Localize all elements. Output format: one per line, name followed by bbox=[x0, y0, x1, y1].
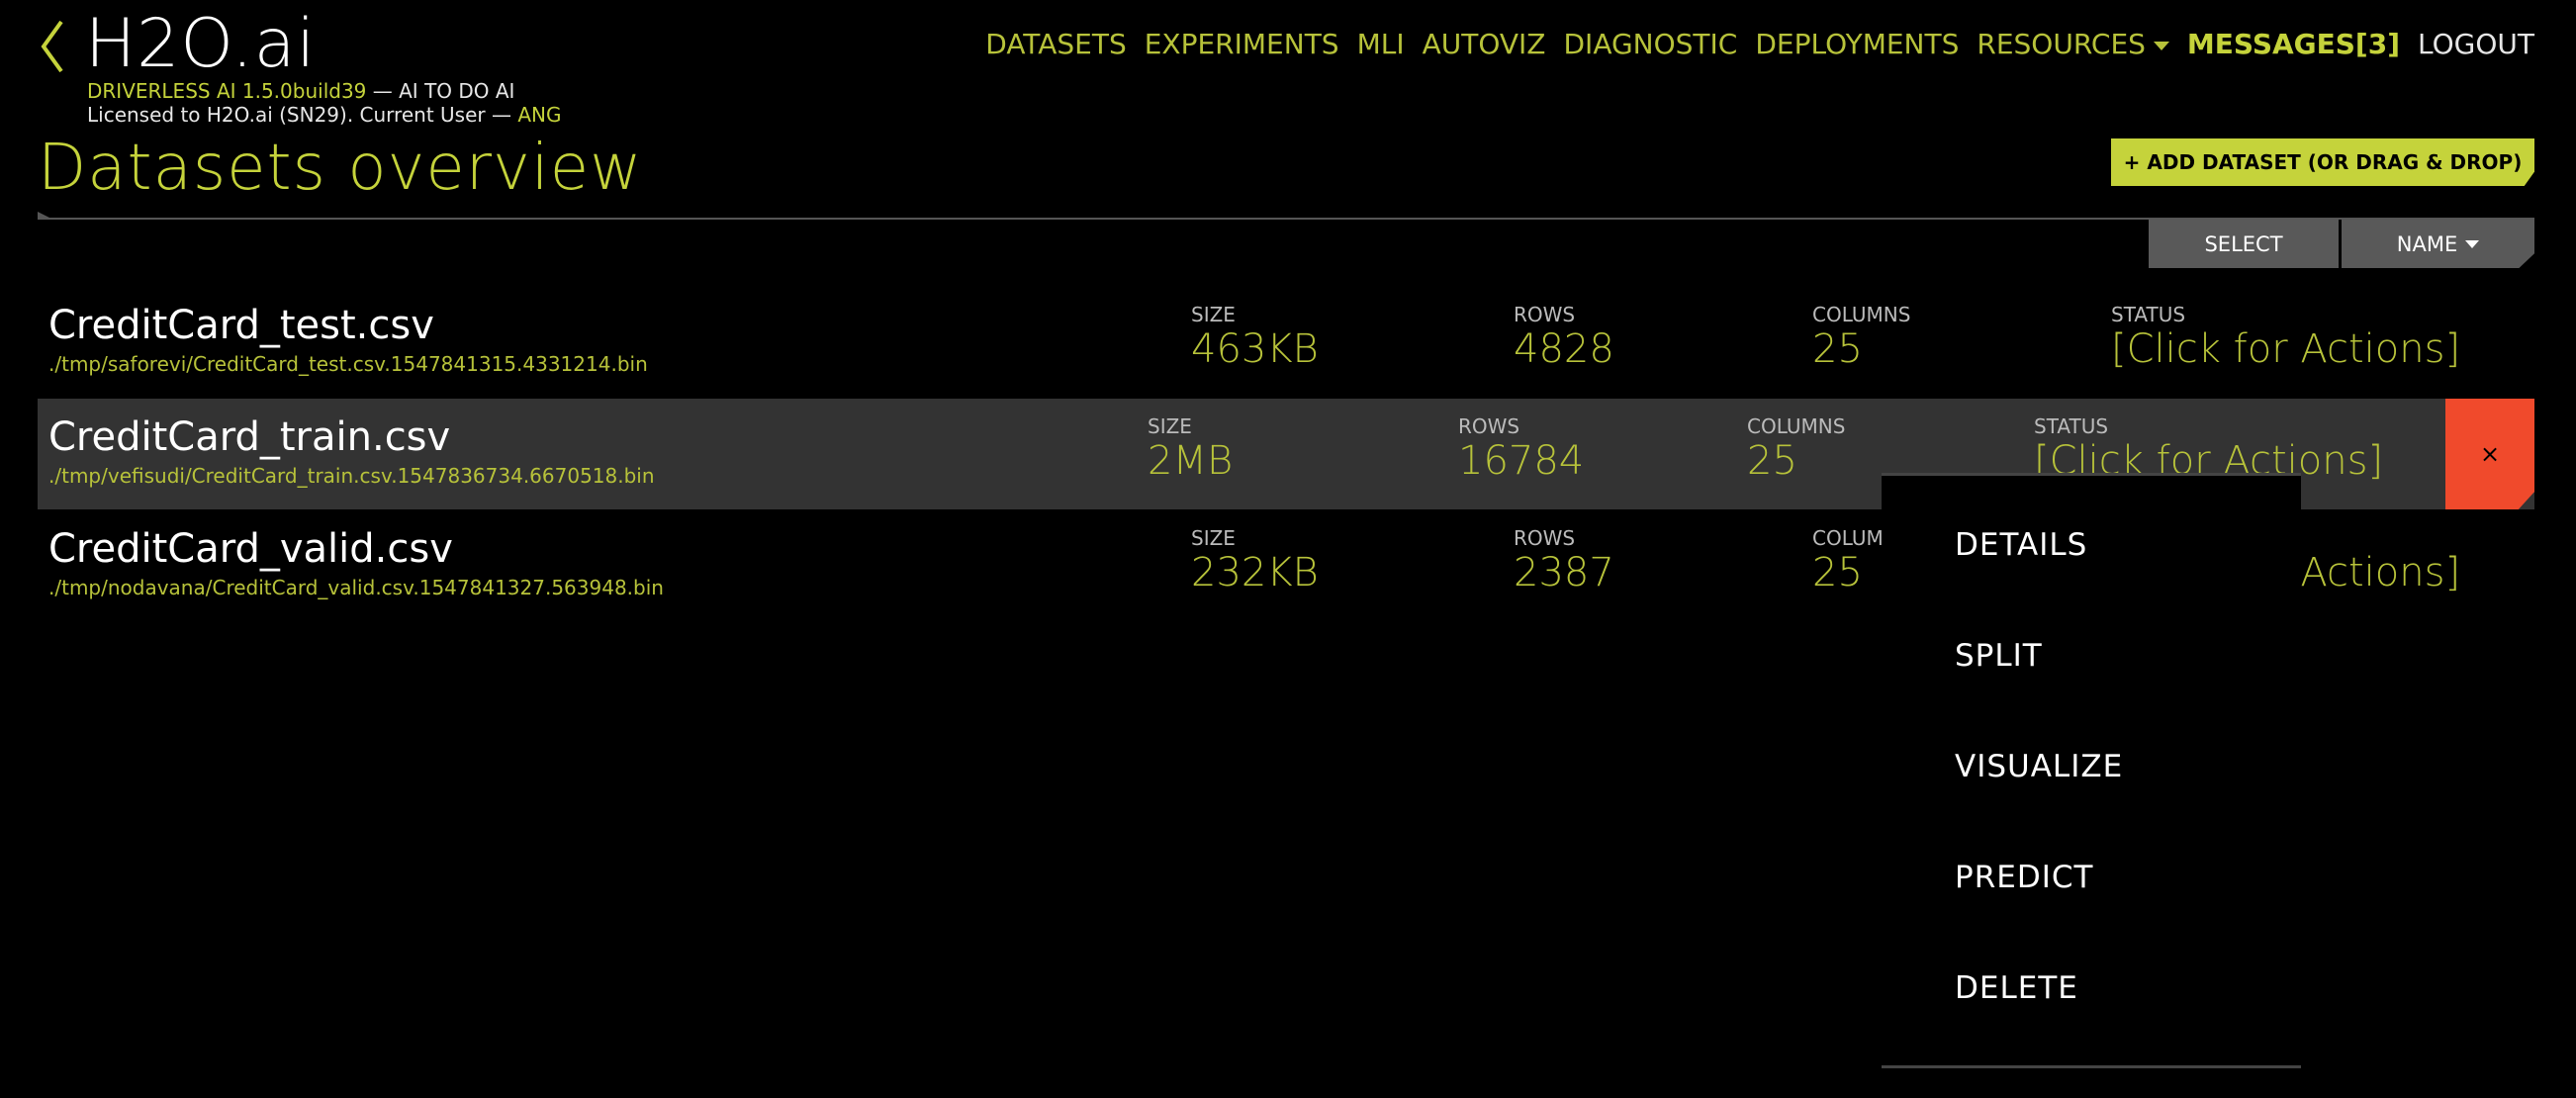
nav-mli[interactable]: MLI bbox=[1357, 28, 1405, 60]
columns-label: COLUMNS bbox=[1812, 303, 1911, 326]
dataset-name: CreditCard_train.csv bbox=[48, 414, 451, 460]
back-chevron-icon[interactable] bbox=[38, 18, 67, 75]
menu-item-visualize[interactable]: VISUALIZE bbox=[1955, 749, 2123, 784]
tagline-separator: — bbox=[366, 79, 400, 103]
close-icon: × bbox=[2479, 440, 2501, 468]
current-user: ANG bbox=[517, 103, 562, 127]
nav-resources-label: RESOURCES bbox=[1977, 28, 2146, 60]
size-label: SIZE bbox=[1191, 526, 1236, 550]
columns-label: COLUMNS bbox=[1747, 414, 1846, 438]
menu-item-split[interactable]: SPLIT bbox=[1955, 638, 2043, 674]
license-text: Licensed to H2O.ai (SN29). Current User … bbox=[87, 103, 518, 127]
chevron-down-icon bbox=[2465, 239, 2480, 248]
size-label: SIZE bbox=[1191, 303, 1236, 326]
select-button[interactable]: SELECT bbox=[2149, 220, 2339, 268]
status-label: STATUS bbox=[2111, 303, 2186, 326]
dataset-name: CreditCard_valid.csv bbox=[48, 526, 453, 572]
nav-autoviz[interactable]: AUTOVIZ bbox=[1423, 28, 1546, 60]
size-value: 232KB bbox=[1191, 550, 1319, 595]
columns-value: 25 bbox=[1747, 438, 1797, 484]
nav-logout[interactable]: LOGOUT bbox=[2418, 28, 2534, 60]
product-version-line: DRIVERLESS AI 1.5.0build39 — AI TO DO AI bbox=[87, 79, 514, 103]
page-title: Datasets overview bbox=[38, 132, 643, 205]
nav-resources[interactable]: RESOURCES bbox=[1977, 28, 2169, 60]
status-label: STATUS bbox=[2034, 414, 2109, 438]
rows-stat: ROWS 2387 bbox=[1514, 526, 1614, 595]
chevron-down-icon bbox=[2153, 41, 2169, 50]
rows-stat: ROWS 4828 bbox=[1514, 303, 1614, 372]
columns-value: 25 bbox=[1812, 326, 1863, 372]
rows-label: ROWS bbox=[1514, 526, 1576, 550]
dataset-path: ./tmp/nodavana/CreditCard_valid.csv.1547… bbox=[48, 576, 664, 599]
rows-stat: ROWS 16784 bbox=[1458, 414, 1584, 484]
dataset-name: CreditCard_test.csv bbox=[48, 303, 434, 348]
rows-value: 16784 bbox=[1458, 438, 1585, 484]
rows-label: ROWS bbox=[1514, 303, 1576, 326]
tagline: AI TO DO AI bbox=[399, 79, 515, 103]
add-dataset-button[interactable]: + ADD DATASET (OR DRAG & DROP) bbox=[2111, 138, 2534, 186]
size-stat: SIZE 232KB bbox=[1191, 526, 1319, 595]
size-stat: SIZE 2MB bbox=[1148, 414, 1233, 484]
size-label: SIZE bbox=[1148, 414, 1192, 438]
rows-value: 4828 bbox=[1514, 326, 1614, 372]
size-value: 463KB bbox=[1191, 326, 1319, 372]
rows-value: 2387 bbox=[1514, 550, 1614, 595]
nav-messages[interactable]: MESSAGES[3] bbox=[2187, 28, 2400, 60]
dataset-actions-menu: DETAILS SPLIT VISUALIZE PREDICT DELETE bbox=[1882, 473, 2301, 1068]
sort-name-label: NAME bbox=[2396, 231, 2458, 256]
status-stat: STATUS [Click for Actions] bbox=[2111, 303, 2460, 372]
nav-experiments[interactable]: EXPERIMENTS bbox=[1145, 28, 1339, 60]
size-stat: SIZE 463KB bbox=[1191, 303, 1319, 372]
sort-name-button[interactable]: NAME bbox=[2342, 220, 2534, 268]
rows-label: ROWS bbox=[1458, 414, 1520, 438]
menu-item-details[interactable]: DETAILS bbox=[1955, 527, 2087, 563]
menu-item-delete[interactable]: DELETE bbox=[1955, 970, 2078, 1006]
dataset-row[interactable]: CreditCard_test.csv ./tmp/saforevi/Credi… bbox=[38, 287, 2534, 398]
close-actions-button[interactable]: × bbox=[2445, 399, 2534, 509]
license-line: Licensed to H2O.ai (SN29). Current User … bbox=[87, 103, 561, 127]
top-nav: DATASETS EXPERIMENTS MLI AUTOVIZ DIAGNOS… bbox=[985, 28, 2534, 60]
product-version: DRIVERLESS AI 1.5.0build39 bbox=[87, 79, 367, 103]
dataset-path: ./tmp/saforevi/CreditCard_test.csv.15478… bbox=[48, 352, 648, 376]
dataset-path: ./tmp/vefisudi/CreditCard_train.csv.1547… bbox=[48, 464, 655, 488]
columns-stat: COLUMNS 25 bbox=[1812, 303, 1910, 372]
columns-stat: COLUMNS 25 bbox=[1747, 414, 1845, 484]
size-value: 2MB bbox=[1148, 438, 1234, 484]
nav-deployments[interactable]: DEPLOYMENTS bbox=[1755, 28, 1959, 60]
nav-diagnostic[interactable]: DIAGNOSTIC bbox=[1564, 28, 1738, 60]
nav-datasets[interactable]: DATASETS bbox=[985, 28, 1126, 60]
status-actions-link[interactable]: [Click for Actions] bbox=[2111, 326, 2460, 372]
menu-item-predict[interactable]: PREDICT bbox=[1955, 860, 2093, 895]
brand-logo: H2O.ai bbox=[85, 5, 317, 83]
